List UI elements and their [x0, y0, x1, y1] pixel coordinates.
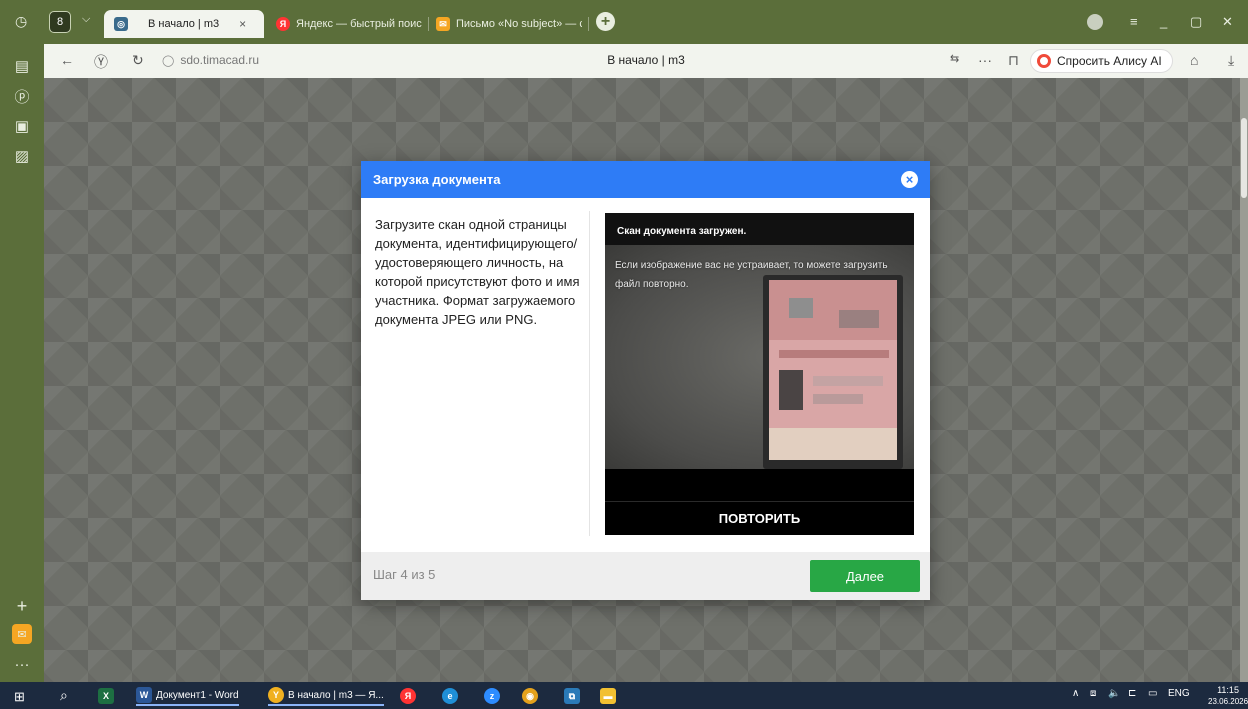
tab-title: Письмо «No subject» — с — [456, 18, 582, 30]
menu-icon[interactable]: ≡ — [1130, 14, 1138, 29]
ask-alice-button[interactable]: Спросить Алису AI — [1030, 49, 1173, 73]
dialog-divider — [589, 211, 590, 536]
dialog-title: Загрузка документа — [373, 172, 501, 187]
upload-instructions: Загрузите скан одной страницы документа,… — [375, 217, 580, 327]
document-photo — [763, 275, 903, 469]
network-icon[interactable]: ⧉ — [564, 688, 580, 704]
tab-title: В начало | m3 — [148, 18, 220, 30]
more-icon[interactable]: ··· — [12, 654, 32, 674]
preview-message: Если изображение вас не устраивает, то м… — [615, 260, 888, 290]
translate-icon[interactable]: ⇆ — [950, 52, 959, 65]
language-indicator[interactable]: ENG — [1168, 688, 1190, 699]
security-shield-icon: ◯ — [162, 54, 175, 67]
calendar-icon[interactable]: ▣ — [12, 116, 32, 136]
dialog-header: Загрузка документа × — [361, 161, 930, 198]
tab-home-m3[interactable]: ◎ В начало | m3 × — [104, 10, 264, 38]
clock-date: 23.06.2026 — [1208, 697, 1248, 706]
bookmark-icon[interactable]: ⊓ — [1008, 52, 1019, 69]
back-icon[interactable]: ← — [60, 52, 74, 68]
mail-icon: ✉ — [436, 17, 450, 31]
chrome-icon[interactable]: ◉ — [522, 688, 538, 704]
retry-upload-button[interactable]: ПОВТОРИТЬ — [605, 501, 914, 535]
downloads-icon[interactable]: ⤓ — [1228, 52, 1234, 69]
clock-time: 11:15 — [1217, 685, 1239, 695]
gallery-icon[interactable]: ▨ — [12, 146, 32, 166]
ask-alice-label: Спросить Алису AI — [1057, 54, 1162, 68]
close-tab-icon[interactable]: × — [239, 17, 246, 31]
preview-status-title: Скан документа загружен. — [605, 213, 914, 245]
word-icon: W — [136, 687, 152, 703]
start-windows-icon[interactable]: ⊞ — [14, 689, 25, 705]
page-scrollbar[interactable] — [1240, 78, 1248, 682]
taskbar-item-label: В начало | m3 — Я... — [288, 689, 384, 701]
reading-mode-icon[interactable]: ⌂ — [1190, 52, 1198, 68]
tab-yandex-search[interactable]: Я Яндекс — быстрый поиск — [276, 13, 422, 35]
reload-icon[interactable]: ↻ — [132, 52, 144, 69]
collections-icon[interactable]: ▤ — [12, 56, 32, 76]
taskbar-item-label: Документ1 - Word — [156, 689, 239, 701]
tab-separator — [588, 17, 589, 31]
tab-counter-button[interactable]: 8 — [49, 11, 71, 33]
address-bar-row: ← Ⓨ ↻ ◯ sdo.timacad.ru В начало | m3 ⇆ ·… — [44, 44, 1248, 78]
url-field[interactable]: ◯ sdo.timacad.ru — [162, 53, 259, 67]
tray-expand-icon[interactable]: ∧ — [1072, 688, 1079, 699]
system-clock[interactable]: 11:15 23.06.2026 — [1208, 685, 1248, 707]
profile-avatar-icon[interactable] — [1087, 14, 1103, 30]
excel-icon[interactable]: X — [98, 688, 114, 704]
alice-icon — [1037, 54, 1051, 68]
next-button[interactable]: Далее — [810, 560, 920, 592]
edge-icon[interactable]: e — [442, 688, 458, 704]
network-status-icon[interactable]: ⊏ — [1128, 688, 1136, 699]
battery-icon[interactable]: ▭ — [1148, 688, 1157, 699]
tab-separator — [428, 17, 429, 31]
new-tab-button[interactable]: + — [596, 12, 615, 31]
document-preview: Скан документа загружен. Если изображени… — [605, 213, 914, 535]
browser-sidebar: ▤ ⓟ ▣ ▨ + ✉ ··· — [0, 44, 44, 682]
mail-app-icon[interactable]: ✉ — [12, 624, 32, 644]
taskbar-word-document[interactable]: W Документ1 - Word — [136, 686, 239, 706]
url-text: sdo.timacad.ru — [180, 53, 260, 67]
dialog-close-button[interactable]: × — [901, 171, 918, 188]
scrollbar-thumb[interactable] — [1241, 118, 1247, 198]
volume-icon[interactable]: 🔈 — [1108, 688, 1120, 699]
taskbar-yandex-browser[interactable]: Y В начало | m3 — Я... — [268, 686, 384, 706]
restore-icon[interactable]: ▢ — [1190, 14, 1202, 30]
zoom-icon[interactable]: z — [484, 688, 500, 704]
document-upload-dialog: Загрузка документа × Загрузите скан одно… — [361, 161, 930, 600]
browser-tab-strip: ◷ 8 ⌵ ◎ В начало | m3 × Я Яндекс — быстр… — [0, 0, 1248, 44]
search-icon[interactable]: ⌕ — [60, 687, 68, 704]
history-icon[interactable]: ◷ — [15, 13, 27, 30]
tab-list-chevron-icon[interactable]: ⌵ — [82, 13, 90, 26]
site-icon: ◎ — [114, 17, 128, 31]
tray-app-icon[interactable]: ⧈ — [1090, 688, 1096, 699]
yandex-app-icon[interactable]: Я — [400, 688, 416, 704]
player-icon[interactable]: ⓟ — [12, 86, 32, 106]
yandex-icon: Я — [276, 17, 290, 31]
add-panel-icon[interactable]: + — [12, 596, 32, 616]
tab-title: Яндекс — быстрый поиск — [296, 18, 422, 30]
minimize-icon[interactable]: _ — [1160, 14, 1167, 29]
yandex-browser-icon: Y — [268, 687, 284, 703]
yandex-home-icon[interactable]: Ⓨ — [94, 52, 108, 72]
close-window-icon[interactable]: ✕ — [1222, 14, 1233, 30]
file-explorer-icon[interactable]: ▬ — [600, 688, 616, 704]
dialog-footer: Шаг 4 из 5 Далее — [361, 552, 930, 600]
step-indicator: Шаг 4 из 5 — [373, 567, 436, 582]
more-actions-icon[interactable]: ··· — [978, 52, 992, 68]
tab-mail-letter[interactable]: ✉ Письмо «No subject» — с — [436, 13, 582, 35]
windows-taskbar: ⊞ ⌕ X W Документ1 - Word Y В начало | m3… — [0, 682, 1248, 709]
